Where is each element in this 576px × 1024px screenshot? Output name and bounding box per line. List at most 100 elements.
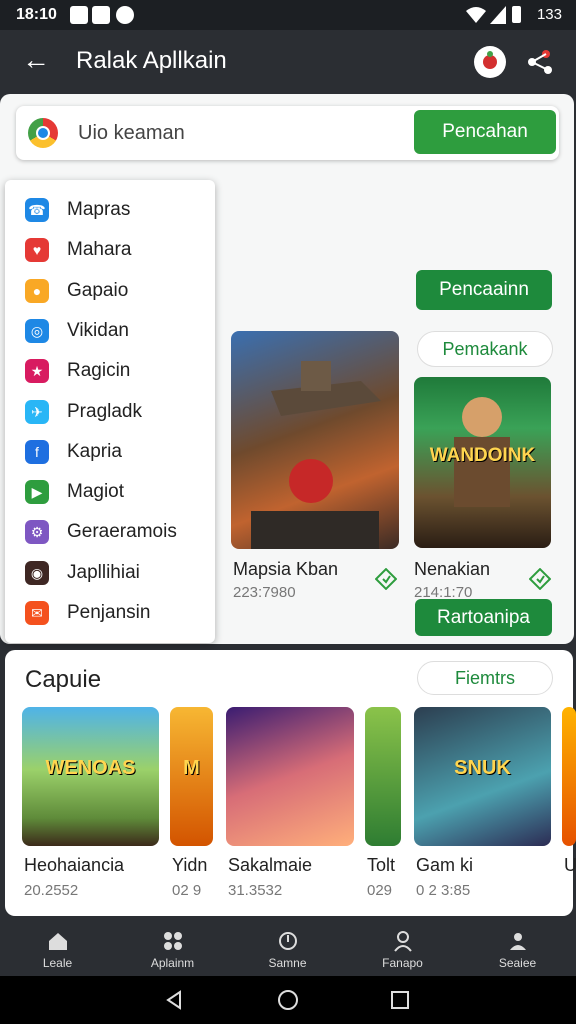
- search-button[interactable]: Pencahan: [414, 110, 556, 154]
- menu-item-label: Pragladk: [67, 400, 142, 422]
- game-title: Nenakian: [414, 559, 491, 579]
- bottom-navigation: Leale Aplainm Samne Fanapo Seaiee: [0, 920, 576, 976]
- menu-item[interactable]: ▶ Magiot: [5, 472, 215, 512]
- menu-item-label: Mapras: [67, 199, 131, 220]
- menu-item-label: Vikidan: [67, 319, 129, 341]
- camera-icon: ◉: [25, 560, 49, 585]
- nav-item-label: Fanapo: [382, 956, 423, 970]
- game-cover[interactable]: SNUK: [414, 707, 551, 846]
- game-icon: [278, 932, 297, 950]
- game-meta: 02 9: [172, 882, 202, 899]
- menu-item[interactable]: ✈ Pragladk: [5, 392, 215, 432]
- game-cover[interactable]: [365, 707, 401, 846]
- game-meta: 029: [367, 882, 393, 899]
- nav-item[interactable]: Aplainm: [115, 920, 230, 976]
- game-meta: 223:7980: [233, 584, 296, 601]
- game-cover[interactable]: [226, 707, 354, 846]
- menu-item[interactable]: ● Gapaio: [5, 271, 215, 311]
- nav-item[interactable]: Fanapo: [345, 920, 460, 976]
- game-title: Tolt: [367, 855, 396, 875]
- home-icon: [48, 933, 67, 950]
- nav-item[interactable]: Samne: [230, 920, 345, 976]
- mail-icon: ✉: [25, 601, 49, 625]
- circle-icon: ◎: [25, 318, 49, 343]
- filter-button[interactable]: Fiemtrs: [417, 661, 553, 695]
- home-circle-icon[interactable]: [277, 989, 299, 1011]
- game-title: Heohaiancia: [24, 855, 125, 875]
- wifi-icon: [466, 7, 486, 23]
- install-icon[interactable]: [375, 568, 397, 590]
- game-art: [251, 361, 381, 549]
- nav-item-label: Samne: [268, 956, 307, 970]
- install-icon[interactable]: [529, 568, 551, 590]
- battery-icon: [512, 6, 521, 23]
- menu-item[interactable]: ⚙ Geraeramois: [5, 512, 215, 552]
- status-bar: 18:10 133: [0, 0, 576, 30]
- tab-button[interactable]: Pemakank: [417, 331, 553, 367]
- heart-icon: ♥: [25, 238, 49, 263]
- game-cover-title: SNUK: [454, 757, 511, 779]
- menu-item[interactable]: ✉ Penjansin: [5, 593, 215, 633]
- nav-item-label: Seaiee: [498, 956, 537, 970]
- game-cover[interactable]: [562, 707, 576, 846]
- person-icon: [393, 931, 412, 952]
- menu-item-label: Penjansin: [67, 602, 151, 623]
- back-arrow-icon[interactable]: ←: [22, 44, 50, 76]
- play-icon: ▶: [25, 480, 49, 505]
- game-cover-title: WANDOINK: [429, 445, 536, 466]
- menu-item[interactable]: ☎ Mapras: [5, 190, 215, 230]
- chrome-icon: [28, 118, 58, 148]
- game-cover[interactable]: M: [170, 707, 213, 846]
- menu-item[interactable]: f Kapria: [5, 432, 215, 472]
- signal-icon: [490, 6, 506, 24]
- menu-item[interactable]: ♥ Mahara: [5, 230, 215, 270]
- nav-item[interactable]: Leale: [0, 920, 115, 976]
- gear-icon: ⚙: [25, 520, 49, 545]
- notification-icon: [92, 6, 110, 24]
- menu-item[interactable]: ★ Ragicin: [5, 351, 215, 391]
- battery-level: 133: [536, 6, 562, 23]
- menu-item-label: Geraeramois: [67, 521, 177, 543]
- share-icon[interactable]: [526, 48, 554, 76]
- menu-item-label: Japllihiai: [67, 561, 140, 583]
- game-meta: 0 2 3:85: [416, 882, 471, 899]
- nav-item-label: Aplainm: [150, 956, 195, 970]
- game-cover[interactable]: WANDOINK: [414, 377, 551, 548]
- nav-item-label: Leale: [42, 956, 73, 970]
- page-title: Ralak Apllkain: [76, 47, 227, 74]
- game-meta: 20.2552: [24, 882, 79, 899]
- recents-icon[interactable]: [390, 990, 410, 1010]
- app-bar: ← Ralak Apllkain: [0, 30, 576, 92]
- game-meta: 31.3532: [228, 882, 283, 899]
- game-title: U: [564, 855, 576, 875]
- status-time: 18:10: [16, 6, 57, 23]
- search-input[interactable]: Uio keaman: [78, 122, 185, 145]
- avatar[interactable]: [474, 46, 506, 78]
- bird-icon: ✈: [25, 399, 49, 424]
- menu-item[interactable]: ◉ Japllihiai: [5, 553, 215, 593]
- account-icon: [509, 933, 526, 950]
- game-cover[interactable]: WENOAS: [22, 707, 159, 846]
- game-title: Mapsia Kban: [233, 559, 339, 579]
- menu-item-label: Magiot: [67, 481, 125, 503]
- game-cover[interactable]: [231, 331, 399, 549]
- nav-item[interactable]: Seaiee: [460, 920, 575, 976]
- section-title: Capuie: [25, 666, 102, 693]
- apps-icon: [163, 932, 182, 950]
- dropdown-menu: ☎ Mapras ♥ Mahara ● Gapaio ◎ Vikidan ★ Ragicin ✈ Pr…: [5, 180, 215, 643]
- menu-item-label: Kapria: [67, 440, 122, 462]
- menu-item-label: Mahara: [67, 239, 132, 261]
- notification-icon: [70, 6, 88, 24]
- back-icon[interactable]: [164, 990, 184, 1010]
- system-navigation: [0, 976, 576, 1024]
- menu-item-label: Ragicin: [67, 360, 131, 382]
- person-icon: ●: [25, 278, 49, 303]
- primary-button[interactable]: Pencaainn: [416, 270, 552, 310]
- game-cover-title: M: [183, 757, 200, 779]
- menu-item-label: Gapaio: [67, 279, 129, 301]
- phone-icon: ☎: [25, 198, 49, 222]
- notification-icon: [116, 6, 134, 24]
- search-bar[interactable]: Uio keaman Pencahan: [16, 106, 559, 160]
- menu-item[interactable]: ◎ Vikidan: [5, 311, 215, 351]
- action-button[interactable]: Rartoanipa: [415, 599, 552, 636]
